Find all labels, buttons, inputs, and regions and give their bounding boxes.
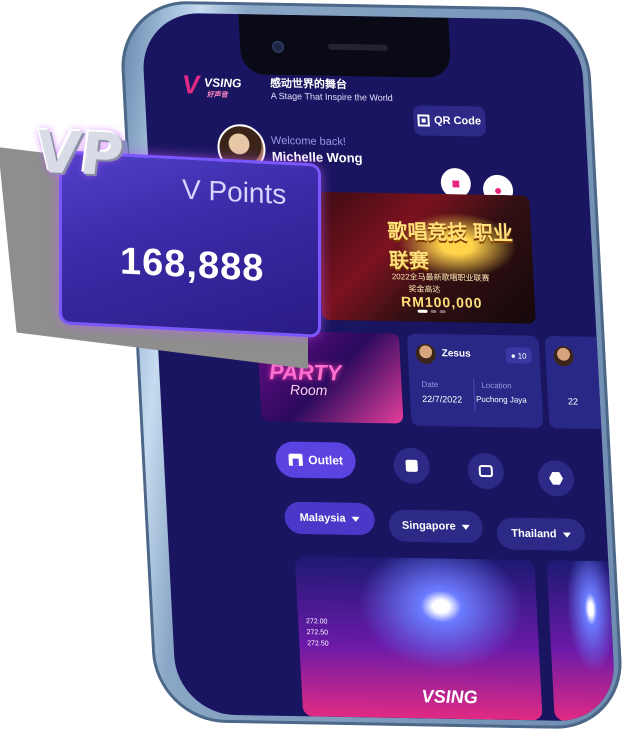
venue-card[interactable]: 272.00 272.50 272.50 VSING xyxy=(294,555,543,721)
host-avatar xyxy=(415,343,437,365)
outlet-label: Outlet xyxy=(307,452,344,468)
vpoints-label: V Points xyxy=(182,173,287,211)
banner-subtitle: 2022全马最新歌唱职业联赛 xyxy=(391,272,490,283)
participant-count: 10 xyxy=(517,350,527,361)
vpoints-value: 168,888 xyxy=(120,240,265,290)
chat-icon: ■ xyxy=(451,175,461,192)
settings-button[interactable] xyxy=(537,459,575,497)
location-label: Location xyxy=(481,380,512,391)
country-label: Malaysia xyxy=(299,511,346,525)
hexagon-icon xyxy=(549,471,564,485)
inbox-button[interactable] xyxy=(466,452,505,490)
tagline-cn: 感动世界的舞台 xyxy=(269,77,348,92)
country-thailand-pill[interactable]: Thailand xyxy=(496,517,586,551)
host-avatar xyxy=(553,346,575,367)
banner-dot[interactable] xyxy=(439,310,446,314)
banner-prize: RM100,000 xyxy=(400,293,483,311)
venue-card[interactable] xyxy=(546,560,617,722)
country-label: Singapore xyxy=(401,519,456,533)
banner-dot[interactable] xyxy=(417,309,428,313)
shopping-bag-icon xyxy=(405,459,419,472)
promo-banner[interactable]: 歌唱竞技 职业联赛 2022全马最新歌唱职业联赛 奖金高达 RM100,000 xyxy=(315,191,536,324)
outlet-button[interactable]: Outlet xyxy=(274,441,357,479)
banner-pagination[interactable] xyxy=(417,309,446,314)
brand-name: VSING xyxy=(203,75,242,91)
banner-dot[interactable] xyxy=(430,309,437,314)
chevron-down-icon xyxy=(562,532,571,538)
location-value: Puchong Jaya xyxy=(475,394,527,405)
person-icon: ● xyxy=(510,350,516,360)
phone-screen: V VSING 好声音 感动世界的舞台 A Stage That Inspire… xyxy=(140,12,617,722)
country-label: Thailand xyxy=(511,527,557,541)
speaker-grille xyxy=(327,43,389,51)
shopping-bag-button[interactable] xyxy=(392,447,431,485)
banner-title: 歌唱竞技 职业联赛 xyxy=(386,221,514,273)
app-logo: V VSING 好声音 xyxy=(181,69,242,100)
host-name: Zesus xyxy=(441,348,471,360)
country-malaysia-pill[interactable]: Malaysia xyxy=(283,501,376,536)
phone-mockup: V VSING 好声音 感动世界的舞台 A Stage That Inspire… xyxy=(118,0,632,730)
date-value: 22/7/2022 xyxy=(421,393,463,405)
venue-prices: 272.00 272.50 272.50 xyxy=(305,618,329,648)
notch xyxy=(238,14,452,78)
event-card[interactable]: Zesus ● 10 Date 22/7/2022 Location Pucho… xyxy=(406,333,544,429)
brand-name-cn: 好声音 xyxy=(206,91,228,100)
vp-badge-text: VP xyxy=(33,117,126,190)
vp-badge-logo: VP xyxy=(34,118,159,193)
camera-icon xyxy=(271,40,285,53)
party-room-subtitle: Room xyxy=(289,381,328,399)
qr-code-label: QR Code xyxy=(433,114,482,128)
chevron-down-icon xyxy=(351,516,360,522)
participant-count-badge: ● 10 xyxy=(505,347,533,364)
welcome-text: Welcome back! xyxy=(270,134,347,149)
qr-code-button[interactable]: QR Code xyxy=(412,105,487,137)
venue-logo: VSING xyxy=(421,686,479,708)
chevron-down-icon xyxy=(461,524,470,530)
qr-code-icon xyxy=(417,114,431,127)
user-name: Michelle Wong xyxy=(271,148,363,166)
shop-icon xyxy=(288,453,303,466)
country-singapore-pill[interactable]: Singapore xyxy=(388,509,484,544)
date-label: Date xyxy=(421,379,439,390)
inbox-icon xyxy=(478,464,494,478)
date-value: 22 xyxy=(567,396,579,407)
tagline-en: A Stage That Inspire the World xyxy=(270,90,394,103)
